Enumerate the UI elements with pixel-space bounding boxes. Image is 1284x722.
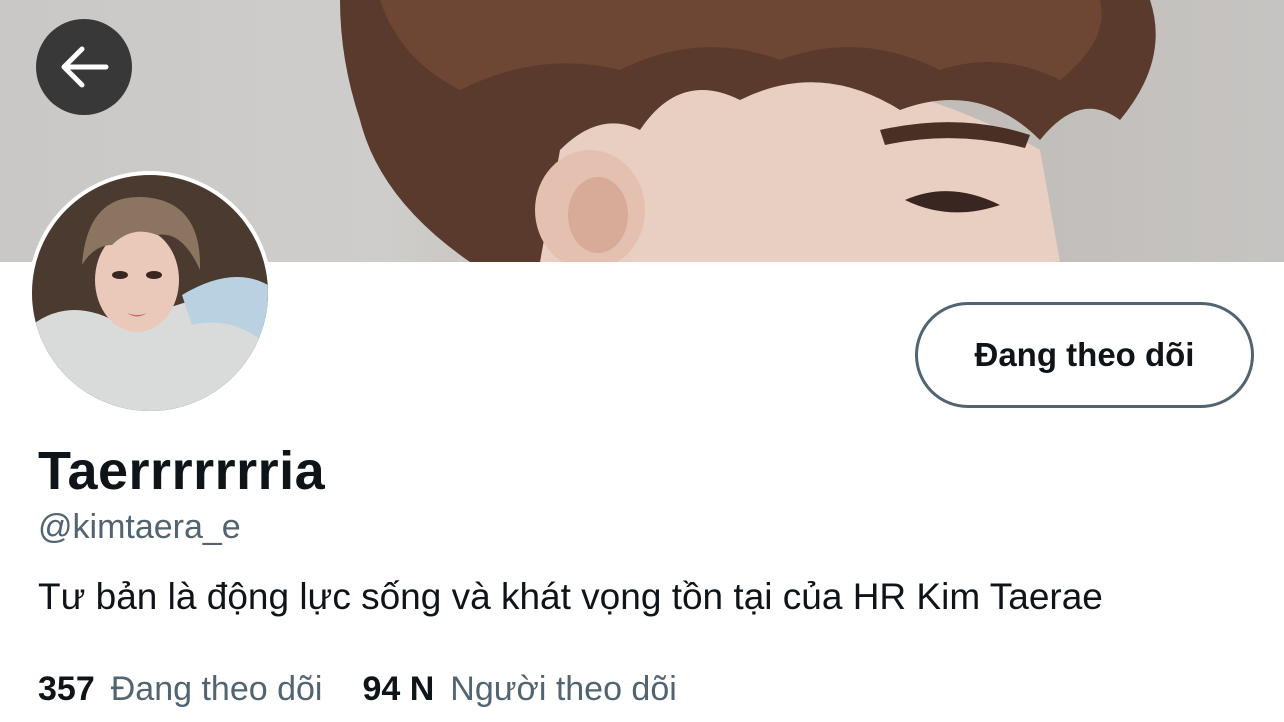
follow-stats: 357 Đang theo dõi 94 N Người theo dõi bbox=[38, 670, 677, 709]
followers-label: Người theo dõi bbox=[450, 670, 677, 708]
username-handle: @kimtaera_e bbox=[38, 508, 241, 546]
arrow-left-icon bbox=[61, 46, 109, 88]
avatar-photo bbox=[32, 175, 268, 411]
back-button[interactable] bbox=[36, 19, 132, 115]
following-label: Đang theo dõi bbox=[110, 670, 323, 708]
avatar[interactable] bbox=[28, 171, 272, 415]
following-button[interactable]: Đang theo dõi bbox=[915, 302, 1254, 408]
following-stat-link[interactable]: 357 Đang theo dõi bbox=[38, 670, 322, 709]
display-name: Taerrrrrrria bbox=[38, 441, 326, 501]
followers-count: 94 N bbox=[362, 670, 435, 708]
following-count: 357 bbox=[38, 670, 95, 708]
profile-bio: Tư bản là động lực sống và khát vọng tồn… bbox=[38, 576, 1103, 617]
followers-stat-link[interactable]: 94 N Người theo dõi bbox=[362, 670, 676, 709]
